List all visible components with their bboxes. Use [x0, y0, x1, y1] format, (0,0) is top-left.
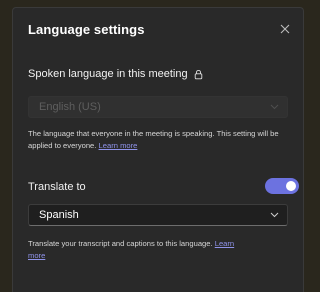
close-button[interactable] [275, 19, 295, 39]
translate-language-dropdown[interactable]: Spanish [28, 204, 288, 226]
translate-toggle[interactable] [265, 178, 299, 194]
translate-language-value: Spanish [39, 209, 79, 221]
chevron-down-icon [270, 212, 279, 218]
close-icon [280, 24, 290, 34]
translate-help-text: Translate your transcript and captions t… [28, 239, 213, 248]
spoken-language-help-text: The language that everyone in the meetin… [28, 129, 279, 150]
lock-info-icon [194, 69, 202, 79]
spoken-language-learn-more-link[interactable]: Learn more [99, 141, 138, 150]
spoken-language-dropdown: English (US) [28, 96, 288, 118]
spoken-language-value: English (US) [39, 101, 101, 113]
spoken-language-help: The language that everyone in the meetin… [28, 128, 300, 151]
toggle-knob [286, 181, 296, 191]
translate-to-label: Translate to [28, 181, 86, 193]
spoken-language-label-text: Spoken language in this meeting [28, 68, 188, 80]
chevron-down-icon [270, 104, 279, 110]
translate-help: Translate your transcript and captions t… [28, 238, 248, 261]
dialog-title: Language settings [28, 22, 145, 37]
language-settings-dialog: Language settings Spoken language in thi… [12, 7, 304, 292]
spoken-language-label: Spoken language in this meeting [28, 68, 204, 80]
